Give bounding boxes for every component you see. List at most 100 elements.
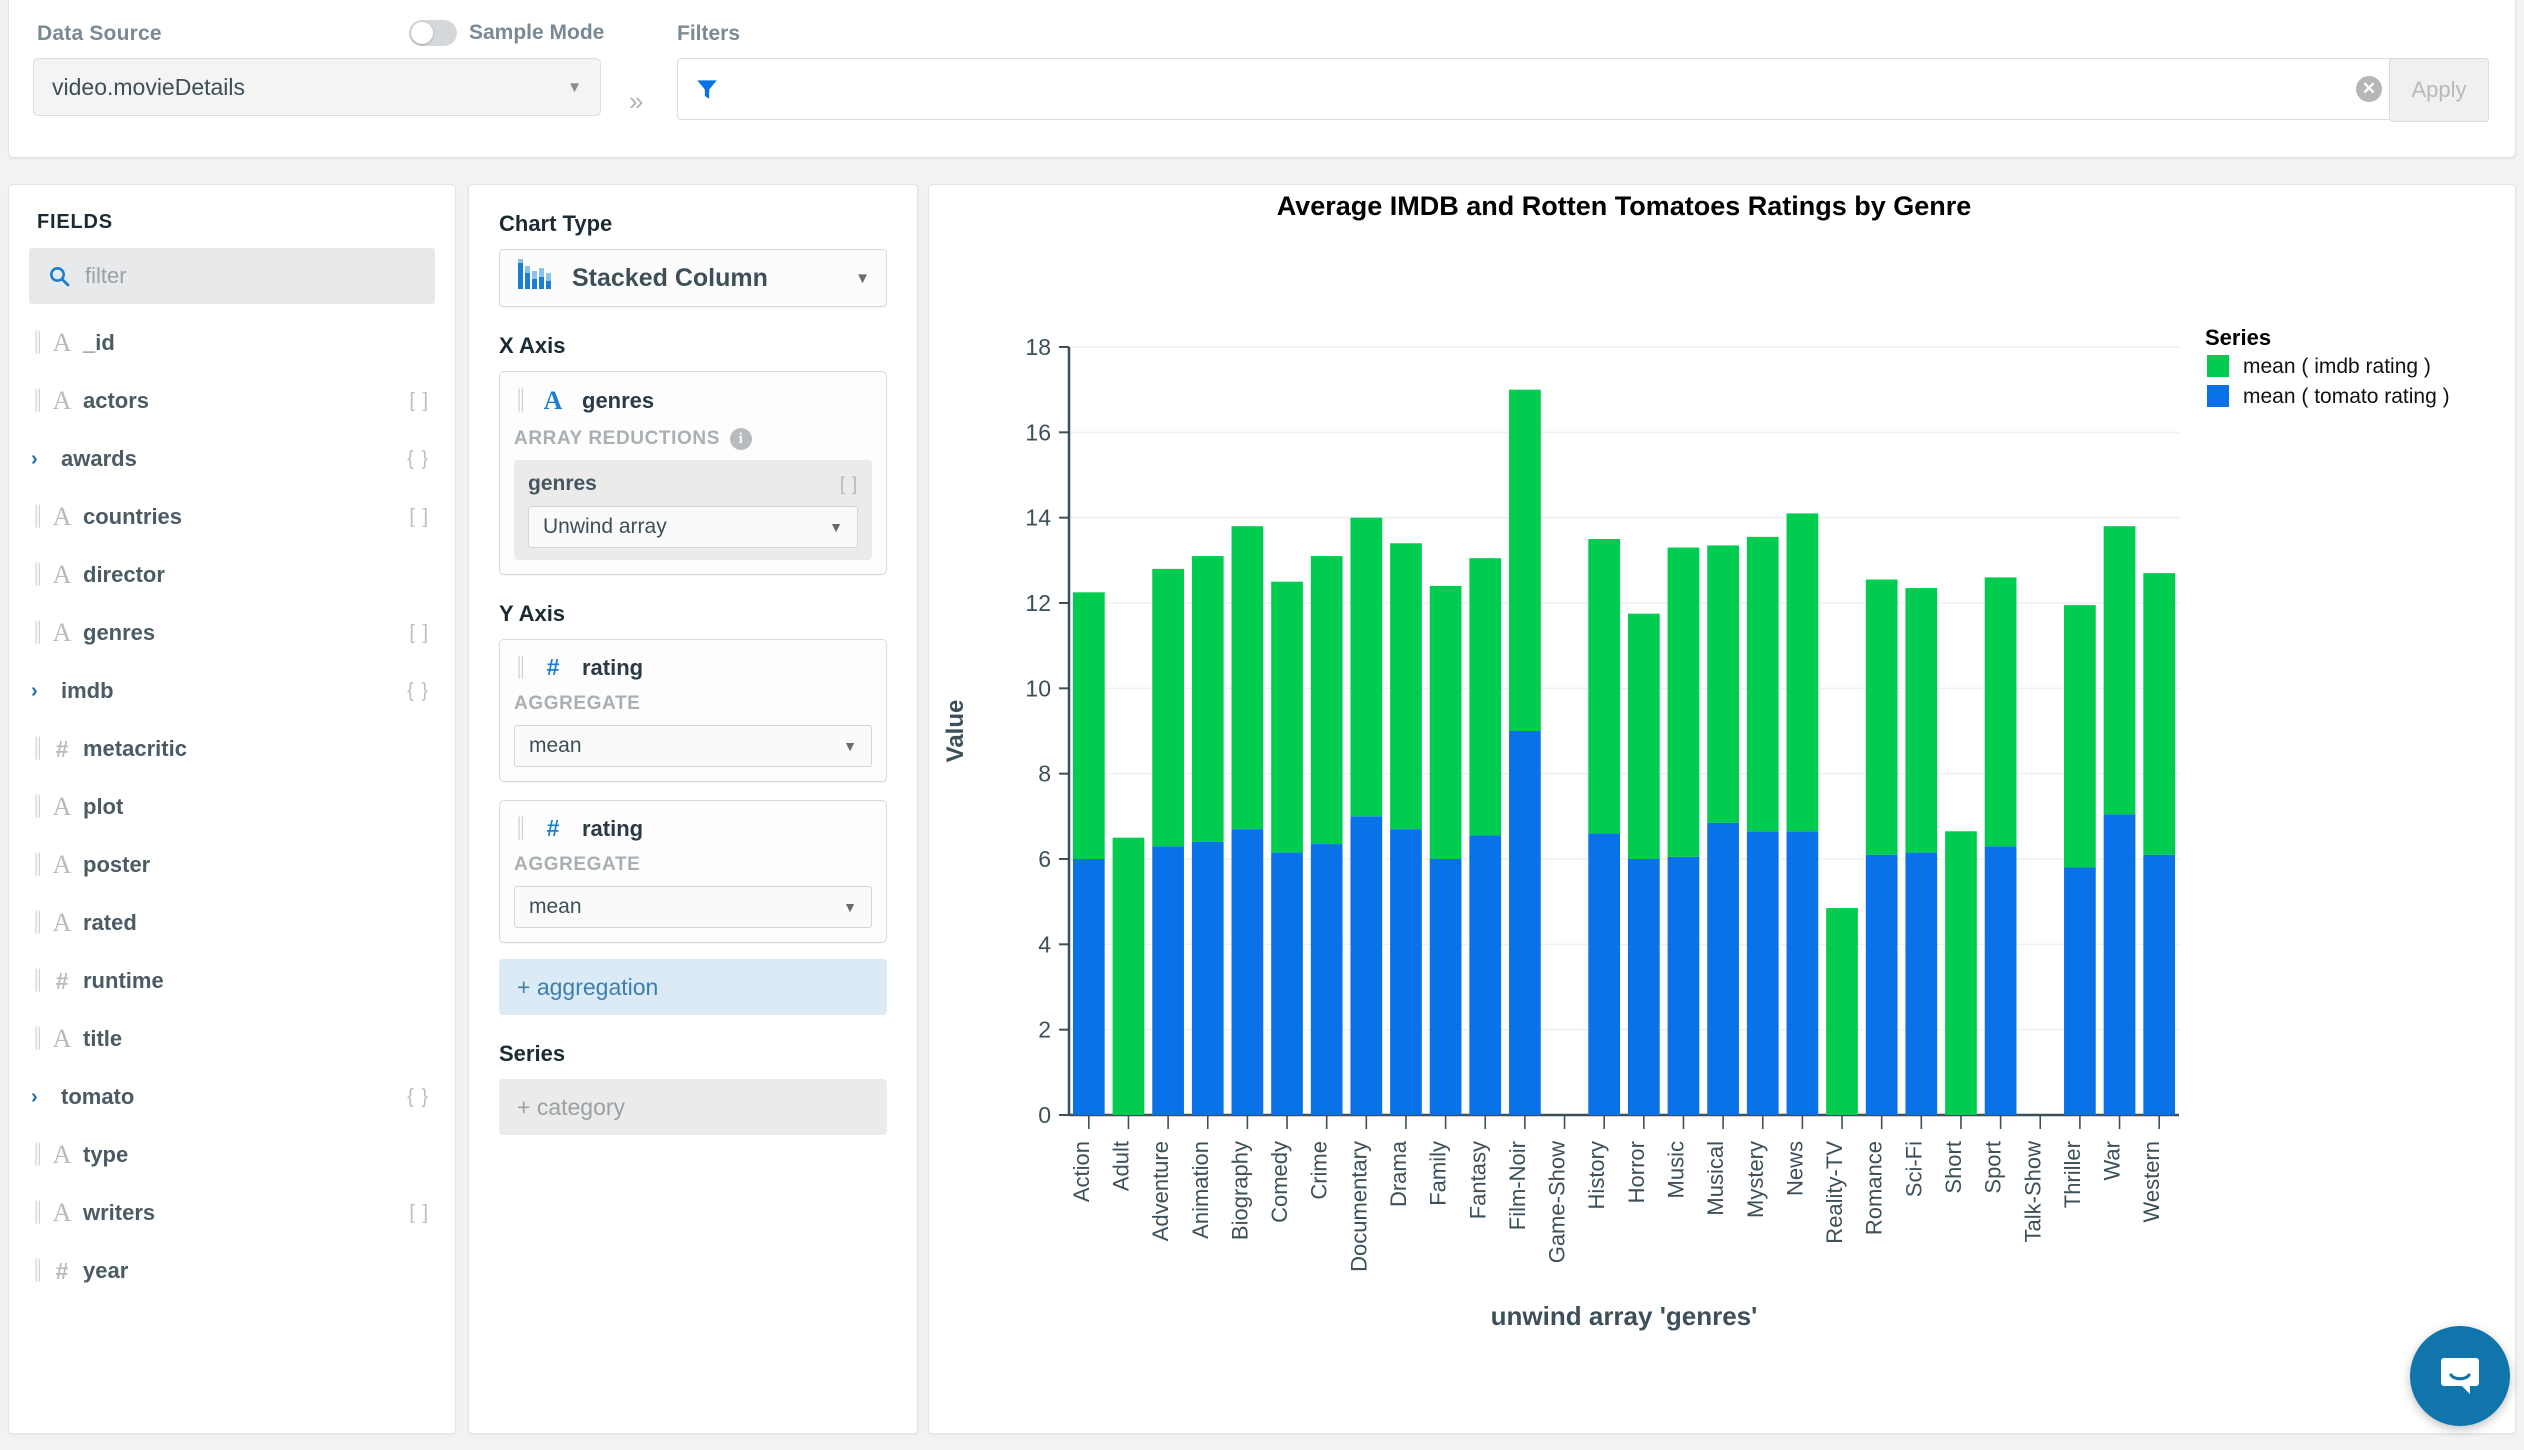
bar-segment-imdb[interactable] — [1350, 518, 1382, 817]
drag-handle-icon[interactable]: ║ — [514, 818, 528, 840]
bar-segment-tomato[interactable] — [1271, 853, 1303, 1115]
bar-segment-imdb[interactable] — [1905, 588, 1937, 853]
drag-handle-icon[interactable]: ║ — [31, 1144, 45, 1166]
drag-handle-icon[interactable]: ║ — [31, 796, 45, 818]
bar-segment-imdb[interactable] — [1152, 569, 1184, 846]
bar-segment-imdb[interactable] — [1628, 614, 1660, 859]
bar-segment-imdb[interactable] — [1073, 592, 1105, 859]
legend-swatch[interactable] — [2207, 385, 2229, 407]
field-item-countries[interactable]: ║Acountries[ ] — [9, 488, 455, 546]
bar-segment-tomato[interactable] — [1668, 857, 1700, 1115]
field-item-poster[interactable]: ║Aposter — [9, 836, 455, 894]
bar-segment-tomato[interactable] — [1311, 844, 1343, 1115]
bar-segment-imdb[interactable] — [1985, 577, 2017, 846]
add-category-button[interactable]: + category — [499, 1079, 887, 1135]
bar-segment-tomato[interactable] — [1073, 859, 1105, 1115]
bar-segment-imdb[interactable] — [1271, 582, 1303, 853]
bar-segment-tomato[interactable] — [1192, 842, 1224, 1115]
drag-handle-icon[interactable]: ║ — [31, 1260, 45, 1282]
field-item-genres[interactable]: ║Agenres[ ] — [9, 604, 455, 662]
bar-segment-imdb[interactable] — [1232, 526, 1264, 829]
bar-segment-tomato[interactable] — [1707, 823, 1739, 1115]
drag-handle-icon[interactable]: ║ — [31, 390, 45, 412]
drag-handle-icon[interactable]: ║ — [31, 622, 45, 644]
bar-segment-tomato[interactable] — [1905, 853, 1937, 1115]
bar-segment-imdb[interactable] — [1826, 908, 1858, 1115]
field-item-title[interactable]: ║Atitle — [9, 1010, 455, 1068]
field-item-runtime[interactable]: ║#runtime — [9, 952, 455, 1010]
field-item-actors[interactable]: ║Aactors[ ] — [9, 372, 455, 430]
chart-type-select[interactable]: Stacked Column ▼ — [499, 249, 887, 307]
bar-segment-imdb[interactable] — [1707, 545, 1739, 822]
bar-segment-tomato[interactable] — [1509, 731, 1541, 1115]
fields-filter-input[interactable]: filter — [29, 248, 435, 304]
drag-handle-icon[interactable]: ║ — [514, 657, 528, 679]
bar-segment-tomato[interactable] — [1628, 859, 1660, 1115]
bar-segment-imdb[interactable] — [1668, 548, 1700, 857]
bar-segment-tomato[interactable] — [1787, 831, 1819, 1115]
drag-handle-icon[interactable]: ║ — [31, 854, 45, 876]
aggregate-select-1[interactable]: mean ▼ — [514, 725, 872, 767]
drag-handle-icon[interactable]: ║ — [31, 1202, 45, 1224]
bar-segment-tomato[interactable] — [1350, 816, 1382, 1115]
drag-handle-icon[interactable]: ║ — [514, 390, 528, 412]
bar-segment-tomato[interactable] — [1985, 846, 2017, 1115]
bar-segment-imdb[interactable] — [1787, 513, 1819, 831]
bar-segment-tomato[interactable] — [2143, 855, 2175, 1115]
info-icon[interactable]: i — [730, 428, 752, 450]
drag-handle-icon[interactable]: ║ — [31, 564, 45, 586]
y-axis-encoding-card-2[interactable]: ║ # rating AGGREGATE mean ▼ — [499, 800, 887, 943]
drag-handle-icon[interactable]: ║ — [31, 332, 45, 354]
filter-input-box[interactable]: ✕ Apply — [677, 58, 2489, 120]
y-axis-field-2[interactable]: ║ # rating — [514, 815, 872, 842]
chevron-right-icon[interactable]: › — [31, 448, 57, 471]
y-axis-encoding-card-1[interactable]: ║ # rating AGGREGATE mean ▼ — [499, 639, 887, 782]
drag-handle-icon[interactable]: ║ — [31, 738, 45, 760]
bar-segment-imdb[interactable] — [1113, 838, 1145, 1115]
field-item-rated[interactable]: ║Arated — [9, 894, 455, 952]
chevron-right-icon[interactable]: › — [31, 1086, 57, 1109]
bar-segment-tomato[interactable] — [1747, 831, 1779, 1115]
bar-segment-tomato[interactable] — [1866, 855, 1898, 1115]
add-aggregation-button[interactable]: + aggregation — [499, 959, 887, 1015]
field-item-year[interactable]: ║#year — [9, 1242, 455, 1300]
field-item-imdb[interactable]: ›imdb{ } — [9, 662, 455, 720]
sample-mode-control[interactable]: Sample Mode — [409, 20, 604, 46]
bar-segment-imdb[interactable] — [2064, 605, 2096, 867]
bar-segment-imdb[interactable] — [2104, 526, 2136, 814]
clear-filter-button[interactable]: ✕ — [2356, 76, 2382, 102]
field-item-metacritic[interactable]: ║#metacritic — [9, 720, 455, 778]
bar-segment-imdb[interactable] — [1430, 586, 1462, 859]
bar-segment-tomato[interactable] — [1588, 833, 1620, 1115]
x-axis-encoding-card[interactable]: ║ A genres ARRAY REDUCTIONS i genres [ ]… — [499, 371, 887, 575]
bar-segment-imdb[interactable] — [1390, 543, 1422, 829]
y-axis-field-1[interactable]: ║ # rating — [514, 654, 872, 681]
field-item-tomato[interactable]: ›tomato{ } — [9, 1068, 455, 1126]
bar-segment-imdb[interactable] — [2143, 573, 2175, 855]
chevron-right-icon[interactable]: › — [31, 680, 57, 703]
field-item-id[interactable]: ║A_id — [9, 314, 455, 372]
field-item-plot[interactable]: ║Aplot — [9, 778, 455, 836]
bar-segment-tomato[interactable] — [1469, 836, 1501, 1115]
apply-button[interactable]: Apply — [2389, 58, 2489, 122]
bar-segment-imdb[interactable] — [1945, 831, 1977, 1115]
expand-panel-button[interactable]: » — [629, 86, 643, 117]
data-source-select[interactable]: video.movieDetails ▼ — [33, 58, 601, 116]
bar-segment-tomato[interactable] — [1430, 859, 1462, 1115]
bar-segment-imdb[interactable] — [1509, 390, 1541, 731]
bar-segment-imdb[interactable] — [1747, 537, 1779, 831]
bar-segment-tomato[interactable] — [2064, 868, 2096, 1115]
bar-segment-tomato[interactable] — [1152, 846, 1184, 1115]
bar-segment-imdb[interactable] — [1469, 558, 1501, 835]
legend-swatch[interactable] — [2207, 355, 2229, 377]
bar-segment-imdb[interactable] — [1311, 556, 1343, 844]
field-item-type[interactable]: ║Atype — [9, 1126, 455, 1184]
bar-segment-tomato[interactable] — [1390, 829, 1422, 1115]
bar-segment-tomato[interactable] — [2104, 814, 2136, 1115]
drag-handle-icon[interactable]: ║ — [31, 1028, 45, 1050]
bar-segment-imdb[interactable] — [1588, 539, 1620, 833]
bar-segment-imdb[interactable] — [1866, 580, 1898, 855]
field-item-writers[interactable]: ║Awriters[ ] — [9, 1184, 455, 1242]
aggregate-select-2[interactable]: mean ▼ — [514, 886, 872, 928]
bar-segment-tomato[interactable] — [1232, 829, 1264, 1115]
